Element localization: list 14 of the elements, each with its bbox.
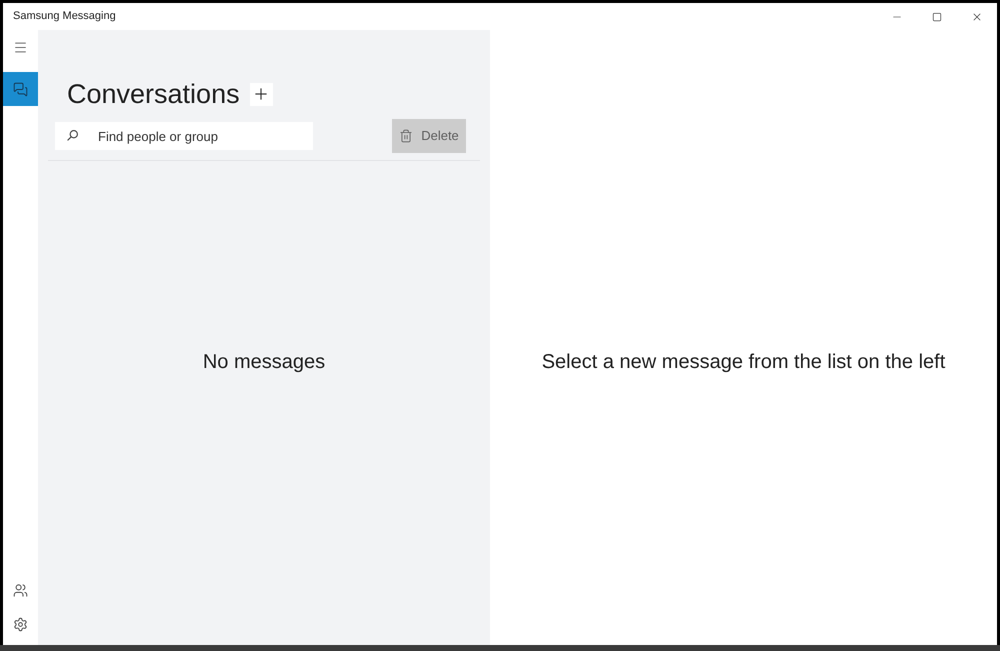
maximize-icon (932, 12, 942, 22)
empty-detail-message: Select a new message from the list on the left (542, 350, 946, 375)
people-icon (13, 582, 28, 598)
search-field[interactable]: Find people or group (55, 122, 313, 150)
search-icon (67, 130, 78, 141)
chat-icon (13, 82, 28, 96)
window-title: Samsung Messaging (13, 9, 116, 24)
settings-icon (13, 616, 28, 632)
empty-list-message: No messages (202, 350, 326, 375)
new-conversation-button[interactable] (250, 82, 273, 106)
trash-icon (399, 129, 414, 143)
conversations-nav-button[interactable] (3, 72, 38, 106)
panel-title: Conversations (67, 78, 240, 111)
menu-icon (13, 40, 28, 54)
